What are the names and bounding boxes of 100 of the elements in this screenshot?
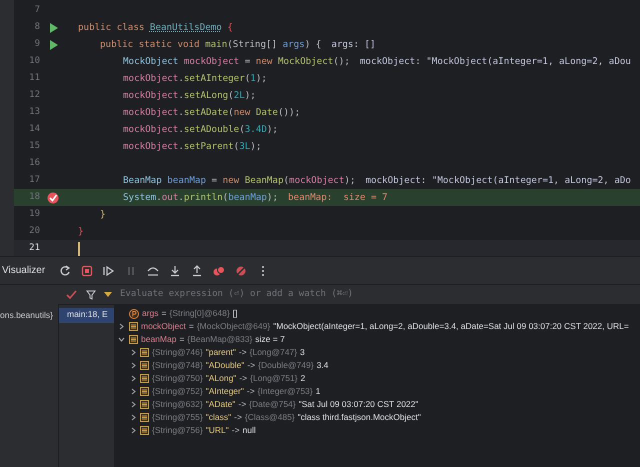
- map-arrow: ->: [238, 398, 246, 411]
- map-arrow: ->: [239, 372, 248, 385]
- run-icon[interactable]: [48, 22, 58, 32]
- step-out-icon[interactable]: [191, 264, 204, 276]
- line-number: 19: [28, 208, 40, 221]
- tab-label[interactable]: Visualizer: [2, 263, 46, 278]
- map-value: null: [242, 424, 256, 437]
- breakpoints-icon[interactable]: [213, 264, 226, 276]
- value-type: {Long@747}: [250, 346, 298, 359]
- key-type: {String@755}: [152, 411, 203, 424]
- thread-label: ons.beanutils}: [0, 310, 53, 320]
- line-number: 15: [28, 140, 40, 153]
- field-icon: [129, 335, 138, 344]
- breakpoint-icon[interactable]: [47, 192, 59, 204]
- map-value: "class third.fastjson.MockObject": [298, 411, 421, 424]
- run-icon[interactable]: [48, 40, 58, 50]
- variable-name: mockObject: [141, 320, 186, 333]
- key-type: {String@748}: [152, 359, 203, 372]
- chevron-right-icon[interactable]: [118, 323, 125, 330]
- code-line: public class BeanUtilsDemo {: [78, 20, 233, 34]
- resume-icon[interactable]: [103, 264, 116, 276]
- step-into-icon[interactable]: [169, 264, 182, 276]
- map-key: "parent": [206, 346, 236, 359]
- map-key: "ALong": [206, 372, 236, 385]
- code-line: mockObject.setADate(new Date());: [123, 106, 300, 120]
- map-key: "ADate": [206, 398, 236, 411]
- code-line: BeanMap beanMap = new BeanMap(mockObject);: [123, 174, 356, 188]
- check-icon[interactable]: [66, 290, 78, 300]
- code-line: mockObject.setParent(3L);: [123, 140, 262, 154]
- map-value: "Sat Jul 09 03:07:20 CST 2022": [298, 398, 418, 411]
- stack-frame[interactable]: main:18, E: [59, 308, 114, 323]
- stop-icon[interactable]: [81, 264, 94, 276]
- inline-value-hint: mockObject: "MockObject(aInteger=1, aLong=2, aDou: [360, 54, 631, 68]
- line-number: 8: [34, 20, 40, 34]
- value-type: {Integer@753}: [258, 385, 313, 398]
- map-value: 2: [300, 372, 306, 385]
- variable-name: beanMap: [141, 333, 176, 346]
- parameter-icon: [129, 308, 139, 318]
- line-number: 10: [28, 54, 40, 68]
- map-value: 3.4: [316, 359, 328, 372]
- map-arrow: ->: [232, 424, 240, 437]
- line-number: 11: [28, 72, 40, 85]
- watch-input[interactable]: Evaluate expression (⏎) or add a watch (⌘⏎): [120, 288, 640, 302]
- code-line: }: [78, 224, 84, 238]
- filter-icon[interactable]: [86, 290, 96, 300]
- key-type: {String@756}: [152, 424, 203, 437]
- line-number: 20: [28, 224, 40, 238]
- key-type: {String@750}: [152, 372, 203, 385]
- map-value: 1: [316, 385, 320, 398]
- equals-sign: =: [179, 333, 184, 346]
- value-type: {Class@485}: [244, 411, 295, 424]
- map-key: "ADouble": [206, 359, 244, 372]
- inline-value-hint: mockObject: "MockObject(aInteger=1, aLong=2, aDo: [365, 174, 631, 188]
- variable-name: args: [142, 307, 159, 320]
- map-key: "class": [206, 411, 232, 424]
- variable-type: {BeanMap@833}: [187, 333, 252, 346]
- map-arrow: ->: [234, 411, 242, 424]
- map-key: "AInteger": [206, 385, 244, 398]
- field-icon: [140, 348, 149, 357]
- variable-value: "MockObject(aInteger=1, aLong=2, aDouble=3.4, aDate=Sat Jul 09 03:07:20 CST 2022, URL=: [273, 320, 629, 333]
- code-line: public static void main(String[] args) {: [100, 38, 322, 52]
- line-number: 9: [34, 38, 40, 51]
- variable-type: {MockObject@649}: [196, 320, 270, 333]
- text-caret: [78, 242, 80, 256]
- inline-value-hint: beanMap: size = 7: [288, 190, 388, 204]
- map-arrow: ->: [238, 346, 247, 359]
- variable-type: {String[0]@648}: [170, 307, 230, 320]
- map-key: "URL": [206, 424, 229, 437]
- value-type: {Double@749}: [258, 359, 314, 372]
- code-line: }: [100, 208, 106, 222]
- code-line: mockObject.setADouble(3.4D);: [123, 122, 278, 136]
- code-line: mockObject.setAInteger(1);: [123, 72, 267, 86]
- key-type: {String@632}: [152, 398, 203, 411]
- key-type: {String@746}: [152, 346, 203, 359]
- key-type: {String@752}: [152, 385, 203, 398]
- step-over-icon[interactable]: [147, 264, 160, 276]
- code-line: System.out.println(beanMap);: [123, 190, 278, 204]
- chevron-down-icon[interactable]: [118, 336, 125, 343]
- variable-value: size = 7: [255, 333, 285, 346]
- value-type: {Date@754}: [249, 398, 296, 411]
- line-number: 7: [34, 4, 40, 17]
- field-icon: [140, 361, 149, 370]
- dropdown-icon[interactable]: [104, 292, 112, 298]
- field-icon: [140, 426, 149, 435]
- code-line: MockObject mockObject = new MockObject();: [123, 54, 350, 68]
- equals-sign: =: [188, 320, 194, 333]
- line-number: 14: [28, 122, 40, 136]
- mute-breakpoints-icon[interactable]: [235, 264, 248, 276]
- line-number: 12: [28, 88, 40, 102]
- field-icon: [129, 322, 138, 331]
- line-number: 18: [28, 190, 40, 204]
- variable-value: []: [232, 307, 238, 320]
- map-arrow: ->: [247, 359, 256, 372]
- inline-value-hint: args: []: [331, 38, 376, 52]
- field-icon: [140, 374, 149, 383]
- field-icon: [140, 413, 149, 422]
- line-number: 13: [28, 106, 40, 119]
- map-value: 3: [300, 346, 305, 359]
- map-arrow: ->: [246, 385, 255, 398]
- rerun-icon[interactable]: [59, 264, 72, 276]
